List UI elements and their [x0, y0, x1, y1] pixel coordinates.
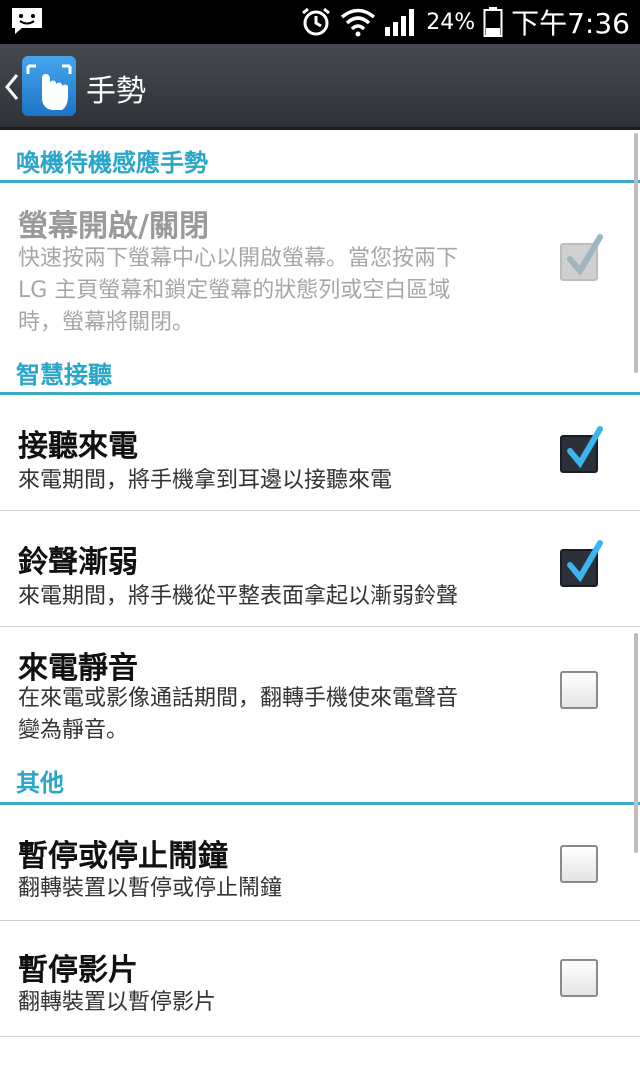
summary-line: 快速按兩下螢幕中心以開啟螢幕。當您按兩下: [18, 246, 459, 271]
clock-time: 下午7:36: [511, 7, 630, 40]
section-header-label: 喚機待機感應手勢: [16, 149, 208, 177]
section-header-wake-gestures: 喚機待機感應手勢: [0, 133, 640, 183]
pause-stop-alarm-checkbox[interactable]: [560, 845, 598, 883]
action-bar: 手勢: [0, 44, 640, 130]
summary-line: 翻轉裝置以暫停影片: [18, 990, 217, 1015]
mute-incoming-call-checkbox[interactable]: [560, 671, 598, 709]
pref-summary: 來電期間，將手機拿到耳邊以接聽來電: [18, 465, 518, 497]
pref-pause-stop-alarm[interactable]: 暫停或停止鬧鐘 翻轉裝置以暫停或停止鬧鐘: [0, 805, 640, 921]
pref-pause-video[interactable]: 暫停影片 翻轉裝置以暫停影片: [0, 921, 640, 1037]
summary-line: 時，螢幕將關閉。: [18, 310, 195, 335]
section-header-smart-answer: 智慧接聽: [0, 345, 640, 395]
gesture-hand-icon[interactable]: [22, 56, 76, 116]
checkmark-icon: [567, 540, 603, 583]
status-bar: 24% 下午7:36: [0, 0, 640, 44]
checkmark-icon: [567, 426, 603, 469]
pref-title: 暫停影片: [18, 953, 138, 988]
chevron-left-icon[interactable]: [4, 72, 20, 102]
pref-title: 來電靜音: [18, 651, 138, 686]
page-title: 手勢: [86, 74, 146, 109]
pref-mute-incoming-call[interactable]: 來電靜音 在來電或影像通話期間，翻轉手機使來電聲音 變為靜音。: [0, 627, 640, 757]
wifi-icon: [341, 8, 376, 37]
summary-line: 變為靜音。: [18, 718, 129, 743]
screen-on-off-checkbox: [560, 234, 603, 281]
checkmark-icon: [567, 234, 603, 277]
scrollbar[interactable]: [634, 133, 638, 373]
section-header-label: 智慧接聽: [16, 361, 112, 389]
cell-signal-icon: [385, 9, 415, 36]
fade-ringtone-checkbox[interactable]: [560, 540, 603, 587]
pref-summary: 來電期間，將手機從平整表面拿起以漸弱鈴聲: [18, 581, 518, 613]
pref-screen-on-off: 螢幕開啟/關閉 快速按兩下螢幕中心以開啟螢幕。當您按兩下 LG 主頁螢幕和鎖定螢…: [0, 183, 640, 345]
summary-line: 來電期間，將手機拿到耳邊以接聽來電: [18, 468, 393, 493]
pref-fade-ringtone[interactable]: 鈴聲漸弱 來電期間，將手機從平整表面拿起以漸弱鈴聲: [0, 511, 640, 627]
alarm-clock-icon: [302, 7, 331, 36]
summary-line: 在來電或影像通話期間，翻轉手機使來電聲音: [18, 686, 459, 711]
pref-answer-call[interactable]: 接聽來電 來電期間，將手機拿到耳邊以接聽來電: [0, 395, 640, 511]
pref-summary: 在來電或影像通話期間，翻轉手機使來電聲音 變為靜音。: [18, 683, 518, 747]
battery-icon: [483, 7, 503, 37]
chat-notification-icon: [12, 8, 42, 34]
pref-title: 暫停或停止鬧鐘: [18, 839, 228, 874]
scrollbar-segment: [634, 633, 638, 853]
pref-title: 接聽來電: [18, 429, 138, 464]
settings-list[interactable]: 喚機待機感應手勢 螢幕開啟/關閉 快速按兩下螢幕中心以開啟螢幕。當您按兩下 LG…: [0, 133, 640, 1069]
answer-call-checkbox[interactable]: [560, 426, 603, 473]
pause-video-checkbox[interactable]: [560, 959, 598, 997]
pref-title: 螢幕開啟/關閉: [18, 209, 209, 244]
pref-summary: 翻轉裝置以暫停影片: [18, 987, 518, 1019]
summary-line: 翻轉裝置以暫停或停止鬧鐘: [18, 876, 283, 901]
status-icons: 24% 下午7:36: [300, 0, 630, 44]
section-header-other: 其他: [0, 757, 640, 805]
summary-line: 來電期間，將手機從平整表面拿起以漸弱鈴聲: [18, 584, 459, 609]
summary-line: LG 主頁螢幕和鎖定螢幕的狀態列或空白區域: [18, 278, 451, 303]
pref-title: 鈴聲漸弱: [18, 545, 138, 580]
battery-percent: 24%: [426, 9, 476, 35]
section-header-label: 其他: [16, 769, 64, 797]
pref-summary: 快速按兩下螢幕中心以開啟螢幕。當您按兩下 LG 主頁螢幕和鎖定螢幕的狀態列或空白…: [18, 243, 518, 339]
pref-summary: 翻轉裝置以暫停或停止鬧鐘: [18, 873, 518, 905]
